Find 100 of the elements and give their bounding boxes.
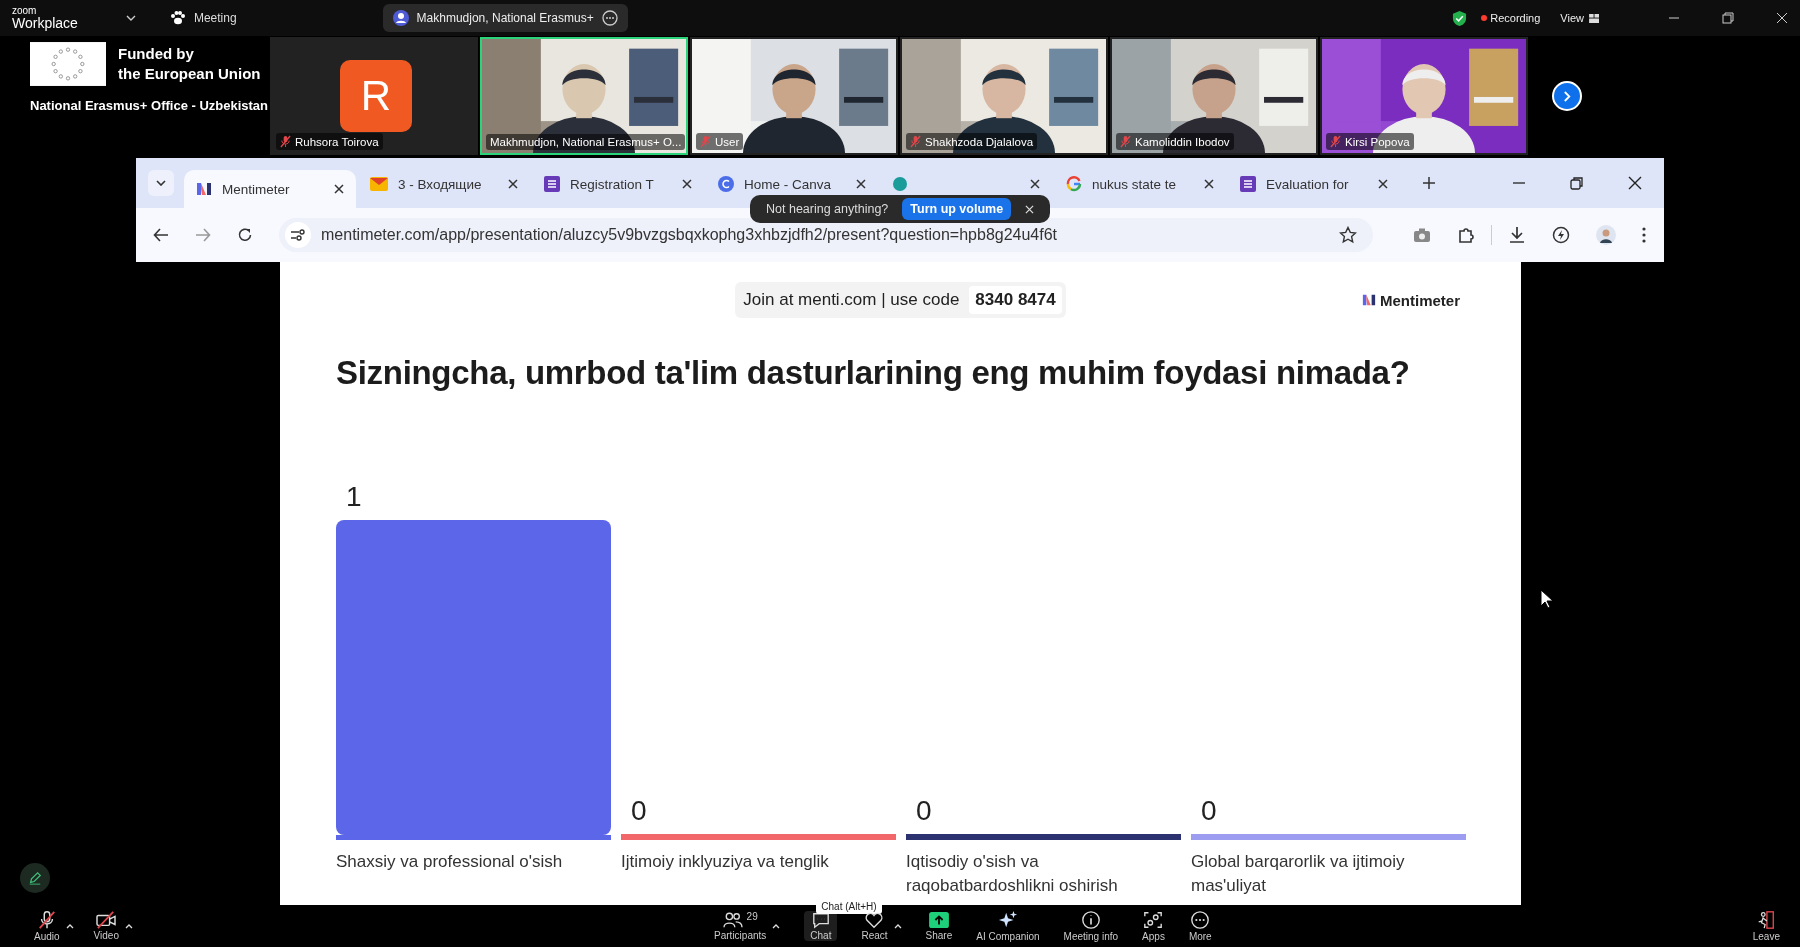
- participant-tile[interactable]: Shakhzoda Djalalova: [900, 37, 1108, 155]
- chevron-right-icon: [1562, 90, 1572, 102]
- heart-icon: [864, 911, 885, 929]
- participant-name: Ruhsora Toirova: [295, 135, 379, 148]
- participant-name: Kamoliddin Ibodov: [1135, 135, 1230, 148]
- bar-value-label: 0: [1201, 795, 1217, 826]
- browser-tab[interactable]: Mentimeter: [184, 170, 356, 208]
- address-bar[interactable]: mentimeter.com/app/presentation/aluzcy5v9bvzgsbqxkophg3xhbzjdfh2/present?question=hpb8g24u4f6t: [279, 218, 1373, 252]
- category-label: Shaxsiy va professional o'sish: [336, 835, 611, 874]
- share-icon: [927, 911, 950, 929]
- tab-title: 3 - Входящие: [398, 176, 483, 192]
- close-tab-icon[interactable]: [1030, 179, 1040, 189]
- caret-icon[interactable]: [125, 923, 133, 929]
- star-icon[interactable]: [1339, 226, 1357, 244]
- restore-icon[interactable]: [1570, 176, 1584, 190]
- close-tab-icon[interactable]: [508, 179, 518, 189]
- back-icon[interactable]: [153, 227, 169, 243]
- next-page-button[interactable]: [1552, 81, 1582, 111]
- more-icon[interactable]: [601, 10, 618, 26]
- close-tab-icon[interactable]: [682, 179, 692, 189]
- participant-tile[interactable]: R Ruhsora Toirova: [270, 37, 478, 155]
- close-tab-icon[interactable]: [1204, 179, 1214, 189]
- info-button[interactable]: Meeting info: [1063, 910, 1119, 942]
- participant-name: Kirsi Popova: [1345, 135, 1410, 148]
- caret-icon[interactable]: [65, 923, 74, 929]
- menu-icon[interactable]: [1642, 227, 1646, 243]
- leave-icon: [1756, 910, 1777, 930]
- site-settings-icon[interactable]: [290, 229, 306, 241]
- eu-flag-icon: [30, 40, 106, 88]
- tab-search-button[interactable]: [148, 170, 174, 196]
- share-button[interactable]: Share: [925, 911, 953, 941]
- paw-icon: [169, 11, 186, 25]
- participant-tile[interactable]: User: [690, 37, 898, 155]
- apps-button[interactable]: Apps: [1142, 910, 1165, 942]
- tooltip: Chat (Alt+H): [816, 899, 882, 914]
- participant-name: User: [715, 135, 740, 148]
- more-icon: [1190, 910, 1211, 930]
- avatar-icon: [392, 10, 409, 26]
- close-icon[interactable]: [1628, 176, 1642, 190]
- browser-tab[interactable]: 3 - Входящие: [358, 173, 530, 195]
- question-title: Sizningcha, umrbod ta'lim dasturlarining eng muhim foydasi nimada?: [336, 354, 1411, 392]
- close-tab-icon[interactable]: [334, 184, 344, 194]
- close-tab-icon[interactable]: [1378, 179, 1388, 189]
- annotate-button[interactable]: [20, 863, 50, 893]
- recording-indicator[interactable]: Recording: [1481, 12, 1541, 24]
- people-button[interactable]: 29 Participants: [714, 911, 767, 941]
- info-icon: [1080, 910, 1101, 930]
- download-icon[interactable]: [1508, 226, 1526, 244]
- canva-icon: [718, 176, 734, 192]
- shield-icon[interactable]: [1452, 9, 1468, 27]
- new-tab-icon[interactable]: [1422, 176, 1436, 190]
- reload-icon[interactable]: [237, 227, 253, 243]
- participant-tile[interactable]: Kirsi Popova: [1320, 37, 1528, 155]
- participant-tile[interactable]: Kamoliddin Ibodov: [1110, 37, 1318, 155]
- turn-up-volume-button[interactable]: Turn up volume: [902, 198, 1012, 220]
- tab-title: Mentimeter: [222, 181, 291, 197]
- tab-title: Evaluation for: [1266, 176, 1350, 192]
- forward-icon[interactable]: [195, 227, 211, 243]
- tab-title: Home - Canva: [744, 176, 833, 192]
- view-button[interactable]: View: [1554, 11, 1606, 25]
- profile-avatar-icon[interactable]: [1596, 225, 1616, 245]
- join-instructions: Join at menti.com | use code: [743, 290, 960, 310]
- puzzle-icon[interactable]: [1457, 226, 1475, 244]
- active-speaker-pill[interactable]: Makhmudjon, National Erasmus+: [382, 4, 628, 32]
- close-tab-icon[interactable]: [856, 179, 866, 189]
- envelope-icon: [370, 177, 388, 191]
- audio-button[interactable]: Audio: [34, 910, 60, 942]
- more-button[interactable]: More: [1188, 910, 1212, 942]
- bar-value-label: 0: [916, 795, 932, 826]
- form-icon: [1240, 176, 1256, 192]
- caret-icon[interactable]: [893, 923, 902, 929]
- mentimeter-brand: Mentimeter: [1379, 291, 1460, 309]
- chevron-down-icon: [156, 180, 166, 186]
- avatar-initial: R: [340, 60, 412, 132]
- camera-icon[interactable]: [1413, 227, 1431, 243]
- mouse-cursor-icon: [1540, 589, 1554, 609]
- browser-tab[interactable]: Home - Canva: [706, 173, 878, 195]
- camera-off-icon: [95, 911, 118, 929]
- category-label: Global barqarorlik va ijtimoiy mas'uliyat: [1191, 835, 1466, 898]
- people-icon: [722, 911, 743, 929]
- heart-button[interactable]: React: [861, 911, 888, 941]
- sparkle-button[interactable]: AI Companion: [976, 910, 1040, 942]
- bar-value-label: 1: [346, 481, 362, 512]
- app-name: Workplace: [12, 16, 78, 30]
- lightning-icon[interactable]: [1552, 226, 1570, 244]
- caret-icon[interactable]: [772, 923, 781, 929]
- browser-tab[interactable]: Evaluation for: [1228, 173, 1400, 195]
- access-code: 8340 8474: [969, 286, 1062, 314]
- browser-tab[interactable]: Registration T: [532, 173, 704, 195]
- tab-title: nukus state te: [1092, 176, 1178, 192]
- category-label: Ijtimoiy inklyuziya va tenglik: [621, 835, 896, 874]
- browser-tab[interactable]: nukus state te: [1054, 173, 1226, 195]
- meeting-button[interactable]: Meeting: [163, 10, 243, 26]
- video-button[interactable]: Video: [93, 911, 119, 941]
- category-label: Iqtisodiy o'sish va raqobatbardoshlikni oshirish: [906, 835, 1181, 898]
- chevron-down-icon[interactable]: [125, 15, 136, 21]
- leave-button[interactable]: Leave: [1752, 910, 1780, 942]
- speaker-name: Makhmudjon, National Erasmus+: [416, 11, 594, 25]
- office-name: National Erasmus+ Office - Uzbekistan: [30, 98, 266, 113]
- restore-icon[interactable]: [1722, 12, 1734, 24]
